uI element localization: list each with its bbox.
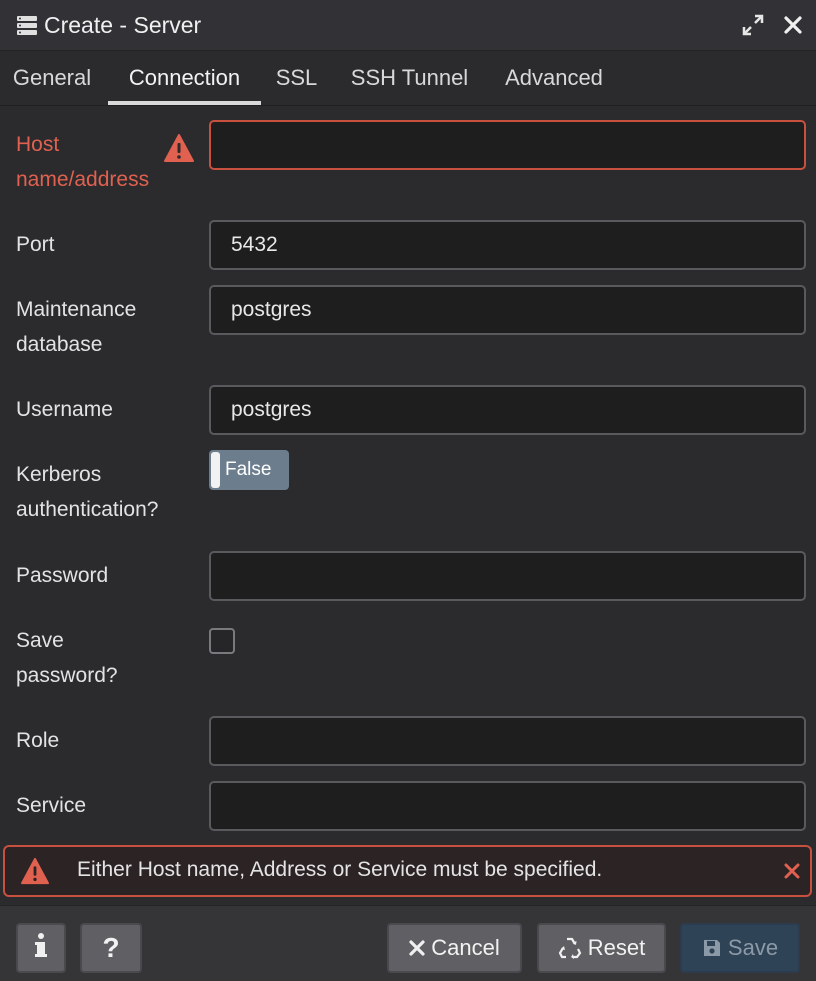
cancel-button[interactable]: Cancel [387,923,522,973]
password-input[interactable] [209,551,806,601]
info-button[interactable] [16,923,66,973]
role-label: Role [16,729,60,752]
close-icon[interactable] [779,11,807,39]
host-label: Host name/address [16,133,150,191]
password-label: Password [16,564,109,587]
kerberos-toggle[interactable]: False [209,450,289,490]
server-icon [16,14,38,36]
dialog-footer: ? Cancel Reset Save [0,905,816,981]
maintenance-db-input[interactable] [209,285,806,335]
expand-icon[interactable] [739,11,767,39]
save-button[interactable]: Save [680,923,800,973]
toggle-value: False [225,459,272,480]
warning-icon [20,857,50,885]
info-icon [34,932,48,964]
dialog-title: Create - Server [44,11,202,38]
host-input[interactable] [209,120,806,170]
port-label: Port [16,233,55,256]
toggle-knob [211,452,220,488]
tab-advanced[interactable]: Advanced [502,51,606,105]
tab-general[interactable]: General [12,51,92,105]
service-label: Service [16,794,87,817]
tab-ssl[interactable]: SSL [276,51,318,105]
x-icon [409,940,425,956]
tab-bar: General Connection SSL SSH Tunnel Advanc… [0,50,816,106]
service-input[interactable] [209,781,806,831]
reset-label: Reset [587,935,646,960]
floppy-disk-icon [702,938,722,958]
tab-ssh-tunnel[interactable]: SSH Tunnel [349,51,470,105]
connection-form: Host name/address Port Maintenance datab… [0,106,816,841]
username-input[interactable] [209,385,806,435]
save-label: Save [727,935,779,960]
question-icon: ? [102,932,120,963]
close-icon[interactable] [777,856,807,886]
warning-icon [163,133,195,163]
kerberos-label: Kerberos authentication? [16,463,159,521]
error-message: Either Host name, Address or Service mus… [77,858,603,881]
reset-button[interactable]: Reset [537,923,666,973]
save-password-label: Save password? [16,629,118,687]
username-label: Username [16,398,113,421]
save-password-checkbox[interactable] [209,628,235,654]
help-button[interactable]: ? [80,923,142,973]
cancel-label: Cancel [431,935,500,960]
tab-connection[interactable]: Connection [108,51,261,105]
port-input[interactable] [209,220,806,270]
error-banner: Either Host name, Address or Service mus… [3,845,812,897]
role-input[interactable] [209,716,806,766]
maintenance-db-label: Maintenance database [16,298,137,356]
recycle-icon [558,937,582,959]
dialog-titlebar: Create - Server [0,0,816,50]
